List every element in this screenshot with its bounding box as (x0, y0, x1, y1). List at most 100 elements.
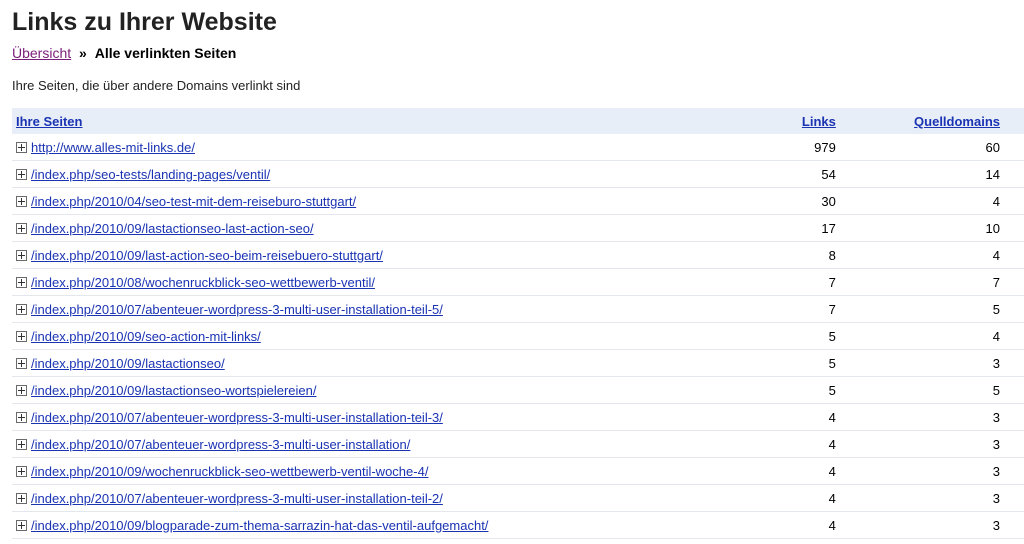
cell-domains-count: 60 (843, 134, 1024, 161)
table-row: /index.php/2010/07/abenteuer-wordpress-3… (12, 295, 1024, 323)
page-description: Ihre Seiten, die über andere Domains ver… (12, 78, 301, 93)
page-url-link[interactable]: /index.php/2010/09/wochenruckblick-seo-w… (31, 464, 428, 479)
expand-plus-icon[interactable] (16, 519, 27, 531)
table-row: /index.php/2010/07/abenteuer-wordpress-3… (12, 484, 1024, 512)
page-title: Links zu Ihrer Website (12, 8, 277, 36)
cell-page: /index.php/2010/09/lastactionseo-last-ac… (12, 214, 772, 242)
cell-page: /index.php/2010/09/seo-action-mit-links/ (12, 322, 772, 350)
expand-plus-icon[interactable] (16, 276, 27, 288)
page-url-link[interactable]: /index.php/2010/07/abenteuer-wordpress-3… (31, 302, 443, 317)
cell-page: http://www.alles-mit-links.de/ (12, 134, 772, 161)
table-row: /index.php/2010/09/seo-action-mit-links/… (12, 322, 1024, 350)
cell-page: /index.php/2010/09/lastactionseo/ (12, 349, 772, 377)
sort-domains-link[interactable]: Quelldomains (914, 114, 1000, 129)
cell-page: /index.php/2010/09/wochenruckblick-seo-w… (12, 457, 772, 485)
cell-links-count: 5 (771, 349, 844, 377)
table-row: /index.php/2010/07/abenteuer-wordpress-3… (12, 430, 1024, 458)
page-url-link[interactable]: http://www.alles-mit-links.de/ (31, 140, 195, 155)
cell-page: /index.php/2010/09/last-action-seo-beim-… (12, 241, 772, 269)
expand-plus-icon[interactable] (16, 222, 27, 234)
linked-pages-table: Ihre Seiten Links Quelldomains http://ww… (12, 108, 1024, 539)
expand-plus-icon[interactable] (16, 330, 27, 342)
page-url-link[interactable]: /index.php/2010/07/abenteuer-wordpress-3… (31, 491, 443, 506)
cell-domains-count: 3 (843, 349, 1024, 377)
cell-domains-count: 14 (843, 160, 1024, 188)
expand-plus-icon[interactable] (16, 411, 27, 423)
cell-links-count: 7 (771, 268, 844, 296)
breadcrumb-current: Alle verlinkten Seiten (94, 45, 237, 61)
page: Links zu Ihrer Website Übersicht » Alle … (0, 0, 1024, 544)
cell-links-count: 5 (771, 376, 844, 404)
cell-links-count: 4 (771, 430, 844, 458)
cell-page: /index.php/2010/07/abenteuer-wordpress-3… (12, 403, 772, 431)
sort-pages-link[interactable]: Ihre Seiten (16, 114, 82, 129)
cell-links-count: 7 (771, 295, 844, 323)
breadcrumb: Übersicht » Alle verlinkten Seiten (12, 45, 236, 61)
column-header-links: Links (771, 108, 844, 134)
expand-plus-icon[interactable] (16, 249, 27, 261)
cell-domains-count: 3 (843, 430, 1024, 458)
page-url-link[interactable]: /index.php/2010/09/lastactionseo/ (31, 356, 225, 371)
expand-plus-icon[interactable] (16, 141, 27, 153)
expand-plus-icon[interactable] (16, 357, 27, 369)
page-url-link[interactable]: /index.php/2010/09/seo-action-mit-links/ (31, 329, 261, 344)
cell-domains-count: 3 (843, 457, 1024, 485)
table-row: /index.php/2010/07/abenteuer-wordpress-3… (12, 403, 1024, 431)
table-row: /index.php/2010/09/lastactionseo-wortspi… (12, 376, 1024, 404)
page-url-link[interactable]: /index.php/2010/09/blogparade-zum-thema-… (31, 518, 488, 533)
cell-domains-count: 5 (843, 376, 1024, 404)
breadcrumb-separator: » (79, 45, 87, 61)
page-url-link[interactable]: /index.php/seo-tests/landing-pages/venti… (31, 167, 270, 182)
cell-links-count: 4 (771, 511, 844, 539)
cell-page: /index.php/2010/09/lastactionseo-wortspi… (12, 376, 772, 404)
cell-page: /index.php/2010/07/abenteuer-wordpress-3… (12, 295, 772, 323)
table-row: http://www.alles-mit-links.de/979 60 (12, 134, 1024, 161)
page-url-link[interactable]: /index.php/2010/09/lastactionseo-last-ac… (31, 221, 314, 236)
cell-page: /index.php/2010/07/abenteuer-wordpress-3… (12, 430, 772, 458)
expand-plus-icon[interactable] (16, 438, 27, 450)
cell-links-count: 5 (771, 322, 844, 350)
cell-domains-count: 3 (843, 484, 1024, 512)
page-url-link[interactable]: /index.php/2010/09/lastactionseo-wortspi… (31, 383, 316, 398)
table-row: /index.php/2010/09/lastactionseo/5 3 (12, 349, 1024, 377)
cell-links-count: 979 (771, 134, 844, 161)
cell-domains-count: 7 (843, 268, 1024, 296)
expand-plus-icon[interactable] (16, 195, 27, 207)
cell-links-count: 4 (771, 403, 844, 431)
cell-domains-count: 4 (843, 187, 1024, 215)
table-row: /index.php/2010/04/seo-test-mit-dem-reis… (12, 187, 1024, 215)
expand-plus-icon[interactable] (16, 465, 27, 477)
cell-page: /index.php/2010/08/wochenruckblick-seo-w… (12, 268, 772, 296)
table-row: /index.php/2010/09/last-action-seo-beim-… (12, 241, 1024, 269)
cell-domains-count: 4 (843, 322, 1024, 350)
cell-domains-count: 3 (843, 403, 1024, 431)
page-url-link[interactable]: /index.php/2010/08/wochenruckblick-seo-w… (31, 275, 375, 290)
page-url-link[interactable]: /index.php/2010/07/abenteuer-wordpress-3… (31, 410, 443, 425)
cell-links-count: 4 (771, 457, 844, 485)
table-header-row: Ihre Seiten Links Quelldomains (12, 108, 1024, 134)
cell-links-count: 4 (771, 484, 844, 512)
table-row: /index.php/2010/09/lastactionseo-last-ac… (12, 214, 1024, 242)
cell-links-count: 30 (771, 187, 844, 215)
cell-page: /index.php/seo-tests/landing-pages/venti… (12, 160, 772, 188)
table-row: /index.php/2010/09/blogparade-zum-thema-… (12, 511, 1024, 539)
page-url-link[interactable]: /index.php/2010/04/seo-test-mit-dem-reis… (31, 194, 356, 209)
sort-links-link[interactable]: Links (802, 114, 836, 129)
cell-domains-count: 4 (843, 241, 1024, 269)
table-body: http://www.alles-mit-links.de/979 60/inde… (12, 134, 1024, 539)
page-url-link[interactable]: /index.php/2010/07/abenteuer-wordpress-3… (31, 437, 410, 452)
cell-page: /index.php/2010/09/blogparade-zum-thema-… (12, 511, 772, 539)
cell-links-count: 8 (771, 241, 844, 269)
page-url-link[interactable]: /index.php/2010/09/last-action-seo-beim-… (31, 248, 383, 263)
expand-plus-icon[interactable] (16, 168, 27, 180)
breadcrumb-overview-link[interactable]: Übersicht (12, 45, 71, 61)
expand-plus-icon[interactable] (16, 492, 27, 504)
table-row: /index.php/seo-tests/landing-pages/venti… (12, 160, 1024, 188)
expand-plus-icon[interactable] (16, 384, 27, 396)
cell-page: /index.php/2010/04/seo-test-mit-dem-reis… (12, 187, 772, 215)
column-header-domains: Quelldomains (844, 108, 1024, 134)
expand-plus-icon[interactable] (16, 303, 27, 315)
table-row: /index.php/2010/08/wochenruckblick-seo-w… (12, 268, 1024, 296)
table-row: /index.php/2010/09/wochenruckblick-seo-w… (12, 457, 1024, 485)
column-header-pages: Ihre Seiten (12, 108, 771, 134)
